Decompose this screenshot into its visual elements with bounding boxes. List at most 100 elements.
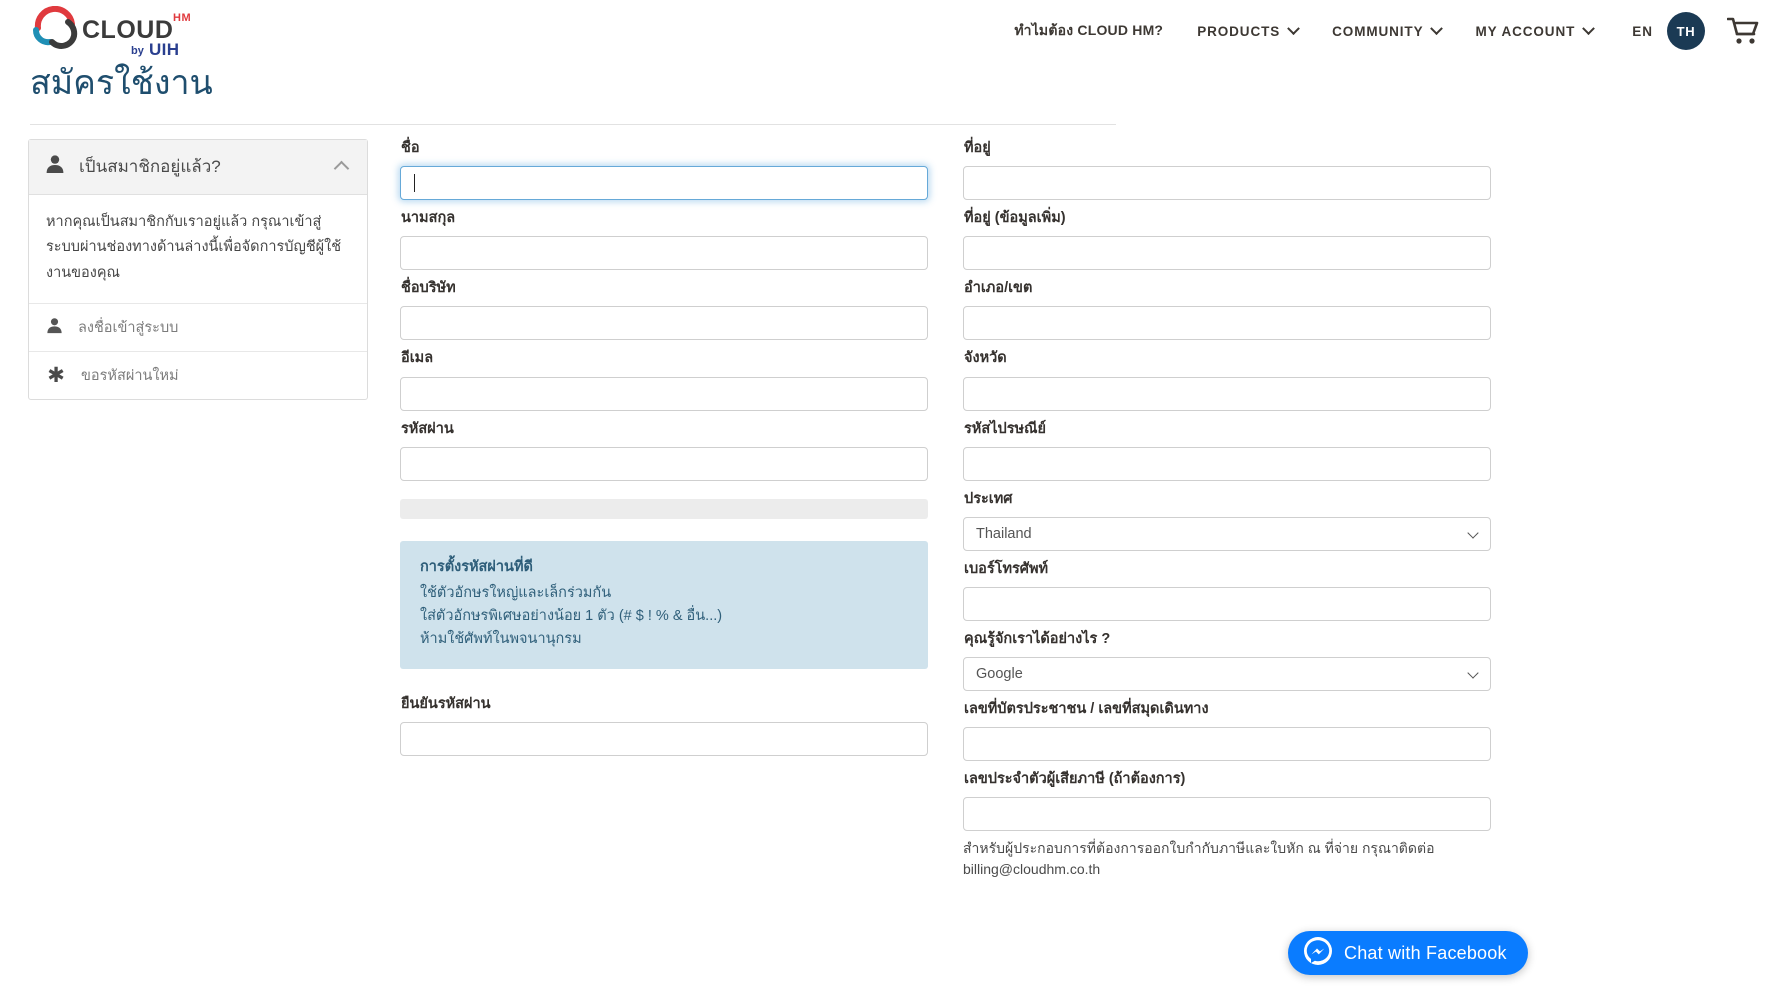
field-password: รหัสผ่าน — [400, 420, 928, 481]
country-select[interactable]: Thailand — [963, 516, 1491, 551]
referral-label: คุณรู้จักเราได้อย่างไร ? — [964, 630, 1111, 647]
password-tip-line: ใช้ตัวอักษรใหญ่และเล็กร่วมกัน — [420, 585, 612, 602]
registration-form: ชื่อ นามสกุล ชื่อบริษัท อีเมล รหัสผ่าน ก… — [400, 139, 1520, 889]
sidebar-item-label: ขอรหัสผ่านใหม่ — [81, 368, 179, 385]
password-tip-line: ใส่ตัวอักษรพิเศษอย่างน้อย 1 ตัว (# $ ! %… — [420, 608, 723, 625]
svg-text:HM: HM — [173, 12, 191, 24]
last-name-label: นามสกุล — [401, 210, 456, 227]
text-caret — [414, 174, 415, 193]
password-tips-box: การตั้งรหัสผ่านที่ดี ใช้ตัวอักษรใหญ่และเ… — [400, 540, 928, 670]
country-select-wrap: Thailand — [963, 516, 1491, 551]
form-left-column: ชื่อ นามสกุล ชื่อบริษัท อีเมล รหัสผ่าน ก… — [400, 139, 928, 889]
phone-label: เบอร์โทรศัพท์ — [964, 560, 1049, 577]
sidebar-item-forgot-password[interactable]: ✱ ขอรหัสผ่านใหม่ — [29, 352, 367, 399]
person-icon — [46, 317, 63, 338]
field-referral: คุณรู้จักเราได้อย่างไร ? Google — [963, 630, 1491, 692]
password-tip-line: ห้ามใช้ศัพท์ในพจนานุกรม — [420, 631, 582, 648]
svg-text:UIH: UIH — [149, 40, 179, 58]
sidebar-header-left: เป็นสมาชิกอยู่แล้ว? — [45, 153, 221, 180]
shopping-cart-icon[interactable] — [1727, 16, 1761, 46]
language-switch-en[interactable]: EN — [1610, 24, 1663, 39]
cart-glyph — [1727, 17, 1759, 44]
referral-select-wrap: Google — [963, 657, 1491, 692]
confirm-password-label: ยืนยันรหัสผ่าน — [401, 696, 491, 713]
person-icon — [45, 154, 65, 179]
form-columns: ชื่อ นามสกุล ชื่อบริษัท อีเมล รหัสผ่าน ก… — [400, 139, 1520, 889]
last-name-input[interactable] — [400, 236, 928, 271]
facebook-chat-label: Chat with Facebook — [1344, 942, 1507, 963]
tax-id-input[interactable] — [963, 797, 1491, 832]
first-name-input-holder — [400, 166, 928, 201]
field-country: ประเทศ Thailand — [963, 490, 1491, 551]
chevron-down-icon — [1287, 21, 1301, 35]
tax-id-helper-note: สำหรับผู้ประกอบการที่ต้องการออกใบกำกับภา… — [963, 840, 1435, 878]
province-input[interactable] — [963, 376, 1491, 411]
existing-member-sidebar: เป็นสมาชิกอยู่แล้ว? หากคุณเป็นสมาชิกกับเ… — [28, 139, 368, 401]
nav-item-my-account[interactable]: MY ACCOUNT — [1458, 0, 1610, 62]
person-glyph — [46, 155, 64, 174]
first-name-input[interactable] — [400, 166, 928, 201]
password-strength-meter — [400, 498, 928, 519]
sidebar-header-title: เป็นสมาชิกอยู่แล้ว? — [79, 157, 221, 177]
field-confirm-password: ยืนยันรหัสผ่าน — [400, 695, 928, 757]
national-id-input[interactable] — [963, 727, 1491, 762]
nav-item-products[interactable]: PRODUCTS — [1180, 0, 1315, 62]
referral-select[interactable]: Google — [963, 657, 1491, 692]
messenger-icon — [1303, 936, 1333, 971]
address-extra-label: ที่อยู่ (ข้อมูลเพิ่ม) — [964, 210, 1066, 227]
logo-graphic: CLOUD HM by UIH — [32, 6, 191, 58]
postcode-input[interactable] — [963, 446, 1491, 481]
svg-text:by: by — [131, 45, 145, 57]
password-tips-title: การตั้งรหัสผ่านที่ดี — [420, 558, 533, 575]
field-address: ที่อยู่ — [963, 139, 1491, 201]
address-extra-input[interactable] — [963, 236, 1491, 271]
sidebar-item-label: ลงชื่อเข้าสู่ระบบ — [78, 320, 179, 337]
address-label: ที่อยู่ — [964, 140, 991, 157]
field-phone: เบอร์โทรศัพท์ — [963, 560, 1491, 621]
field-tax-id: เลขประจำตัวผู้เสียภาษี (ถ้าต้องการ) สำหร… — [963, 770, 1491, 880]
chevron-down-icon — [1582, 21, 1596, 35]
sidebar-item-sign-in[interactable]: ลงชื่อเข้าสู่ระบบ — [29, 304, 367, 353]
country-label: ประเทศ — [964, 490, 1013, 507]
page-title-row: สมัครใช้งาน — [0, 62, 1787, 125]
field-province: จังหวัด — [963, 349, 1491, 411]
district-label: อำเภอ/เขต — [964, 280, 1033, 297]
page-title: สมัครใช้งาน — [30, 64, 213, 102]
language-switch-th[interactable]: TH — [1667, 12, 1705, 50]
nav-item-why-cloud-hm[interactable]: ทำไมต้อง CLOUD HM? — [997, 0, 1180, 62]
province-label: จังหวัด — [964, 350, 1007, 367]
field-district: อำเภอ/เขต — [963, 279, 1491, 341]
address-input[interactable] — [963, 166, 1491, 201]
field-national-id: เลขที่บัตรประชาชน / เลขที่สมุดเดินทาง — [963, 700, 1491, 762]
email-input[interactable] — [400, 376, 928, 411]
site-header: CLOUD HM by UIH ทำไมต้อง CLOUD HM? PRODU… — [0, 0, 1787, 62]
company-label: ชื่อบริษัท — [401, 280, 456, 297]
national-id-label: เลขที่บัตรประชาชน / เลขที่สมุดเดินทาง — [964, 701, 1209, 718]
sidebar-description: หากคุณเป็นสมาชิกกับเราอยู่แล้ว กรุณาเข้า… — [29, 195, 367, 305]
chevron-down-icon — [1430, 21, 1444, 35]
title-divider — [30, 124, 1116, 125]
postcode-label: รหัสไปรษณีย์ — [964, 420, 1046, 437]
district-input[interactable] — [963, 306, 1491, 341]
nav-item-label: MY ACCOUNT — [1475, 23, 1576, 39]
field-first-name: ชื่อ — [400, 139, 928, 201]
company-input[interactable] — [400, 306, 928, 341]
facebook-chat-button[interactable]: Chat with Facebook — [1288, 931, 1528, 976]
form-right-column: ที่อยู่ ที่อยู่ (ข้อมูลเพิ่ม) อำเภอ/เขต … — [963, 139, 1491, 889]
email-label: อีเมล — [401, 350, 434, 367]
sidebar-header-toggle[interactable]: เป็นสมาชิกอยู่แล้ว? — [29, 140, 367, 196]
field-postcode: รหัสไปรษณีย์ — [963, 420, 1491, 481]
asterisk-icon: ✱ — [47, 363, 65, 387]
messenger-glyph — [1304, 936, 1332, 965]
phone-input[interactable] — [963, 586, 1491, 621]
field-last-name: นามสกุล — [400, 209, 928, 271]
password-label: รหัสผ่าน — [401, 420, 454, 437]
confirm-password-input[interactable] — [400, 722, 928, 757]
nav-item-label: COMMUNITY — [1332, 23, 1424, 39]
chevron-up-icon — [333, 160, 350, 177]
cloud-hm-logo[interactable]: CLOUD HM by UIH — [32, 6, 207, 58]
person-glyph — [47, 318, 62, 334]
nav-item-community[interactable]: COMMUNITY — [1315, 0, 1458, 62]
tax-id-label: เลขประจำตัวผู้เสียภาษี (ถ้าต้องการ) — [964, 771, 1186, 788]
password-input[interactable] — [400, 446, 928, 481]
